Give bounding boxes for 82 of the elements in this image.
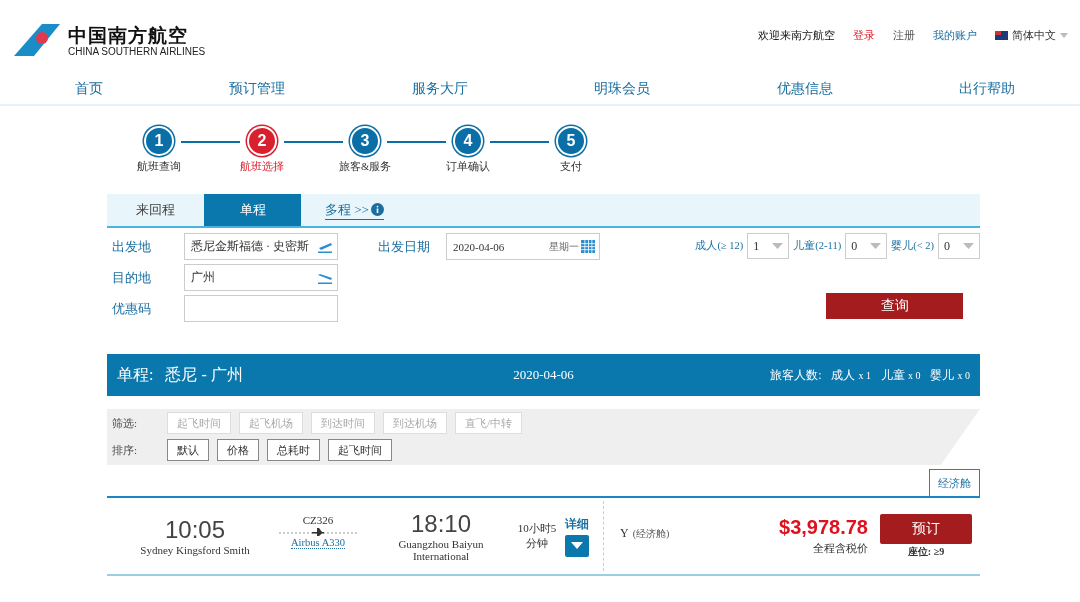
flight-number: CZ326 — [302, 513, 334, 526]
top-link[interactable]: 注册 — [893, 27, 915, 43]
field-label: 出发日期 — [377, 237, 431, 256]
destination-field[interactable]: 广州 — [184, 264, 338, 291]
sort-button[interactable]: 起飞时间 — [328, 439, 392, 461]
step-number: 1 — [144, 126, 174, 156]
passenger-count: 婴儿 x 0 — [930, 366, 970, 384]
sort-button[interactable]: 总耗时 — [267, 439, 320, 461]
passenger-count: 成人 x 1 — [831, 366, 871, 384]
passenger-label: 儿童(2-11) — [793, 239, 842, 253]
flag-icon — [995, 30, 1008, 40]
book-button[interactable]: 预订 — [880, 513, 972, 544]
origin-field[interactable]: 悉尼金斯福德 · 史密斯 — [184, 233, 338, 260]
passenger-label: 婴儿(< 2) — [891, 239, 934, 253]
cabin-code: Y — [620, 526, 629, 541]
passenger-count-select[interactable]: 1 — [747, 233, 790, 259]
trip-tab[interactable]: 单程 — [204, 194, 301, 226]
step-label: 订单确认 — [446, 160, 490, 174]
caret-icon — [870, 243, 882, 249]
field-label: 优惠码 — [111, 299, 152, 318]
landing-icon — [317, 271, 333, 284]
filter-label: 筛选: — [112, 415, 139, 431]
step-label: 支付 — [560, 160, 582, 174]
step-label: 航班选择 — [240, 160, 284, 174]
step-number: 2 — [247, 126, 277, 156]
trip-tab[interactable]: 来回程 — [107, 194, 204, 226]
date-text: 2020-04-06 — [513, 367, 574, 383]
trip-type-label: 单程: — [117, 364, 154, 385]
departure-time: 10:05 — [164, 516, 226, 544]
arrival-time: 18:10 — [410, 510, 472, 538]
date-field[interactable]: 2020-04-06 星期一 — [446, 233, 600, 260]
departure-airport: Sydney Kingsford Smith — [140, 544, 250, 556]
step-number: 3 — [350, 126, 380, 156]
details-link[interactable]: 详细 — [565, 515, 589, 533]
nav-item[interactable]: 预订管理 — [229, 80, 286, 98]
passenger-count-select[interactable]: 0 — [845, 233, 888, 259]
welcome-text: 欢迎来南方航空 — [758, 27, 835, 43]
seats-available: 座位: ≥9 — [907, 544, 945, 559]
nav-item[interactable]: 明珠会员 — [594, 80, 651, 98]
cabin-tab[interactable]: 经济舱 — [929, 469, 980, 496]
logo-chinese-name: 中国南方航空 — [68, 23, 189, 46]
airline-logo-icon — [12, 22, 62, 58]
step-number: 5 — [556, 126, 586, 156]
caret-icon — [963, 243, 974, 249]
takeoff-icon — [317, 240, 333, 253]
search-button[interactable]: 查询 — [826, 293, 963, 319]
price-note: 全程含税价 — [813, 541, 868, 556]
nav-item[interactable]: 服务大厅 — [411, 80, 468, 98]
passenger-count: 儿童 x 0 — [881, 366, 921, 384]
caret-icon — [1060, 32, 1068, 38]
step-label: 旅客&服务 — [338, 160, 392, 174]
field-label: 出发地 — [111, 237, 152, 256]
logo-english-name: CHINA SOUTHERN AIRLINES — [68, 45, 206, 57]
aircraft-link[interactable]: Airbus A330 — [291, 536, 345, 549]
price: $3,978.78 — [779, 516, 868, 539]
plane-route-icon — [279, 526, 357, 536]
language-selector[interactable]: 简体中文 — [1012, 27, 1056, 43]
flight-duration: 10小时5分钟 — [516, 521, 558, 551]
caret-icon — [571, 542, 583, 549]
calendar-icon — [581, 240, 595, 253]
passenger-count-label: 旅客人数: — [770, 366, 822, 384]
nav-item[interactable]: 出行帮助 — [958, 80, 1015, 98]
passenger-label: 成人(≥ 12) — [695, 239, 744, 253]
caret-icon — [772, 243, 784, 249]
step-number: 4 — [453, 126, 483, 156]
nav-item[interactable]: 优惠信息 — [776, 80, 833, 98]
top-link[interactable]: 我的账户 — [933, 27, 977, 43]
field-label: 目的地 — [111, 268, 152, 287]
step-label: 航班查询 — [137, 160, 181, 174]
top-link[interactable]: 登录 — [853, 27, 875, 43]
multi-trip-link[interactable]: 多程 >> — [325, 200, 369, 219]
sort-button[interactable]: 默认 — [167, 439, 209, 461]
info-icon — [370, 203, 384, 216]
expand-button[interactable] — [565, 534, 589, 557]
cabin-name: (经济舱) — [632, 527, 670, 541]
passenger-count-select[interactable]: 0 — [938, 233, 980, 259]
promo-code-field[interactable] — [184, 295, 338, 322]
sort-label: 排序: — [112, 442, 139, 458]
nav-item[interactable]: 首页 — [75, 80, 103, 98]
route-text: 悉尼 - 广州 — [165, 364, 243, 385]
arrival-airport: Guangzhou Baiyun International — [397, 538, 485, 562]
sort-button[interactable]: 价格 — [217, 439, 259, 461]
